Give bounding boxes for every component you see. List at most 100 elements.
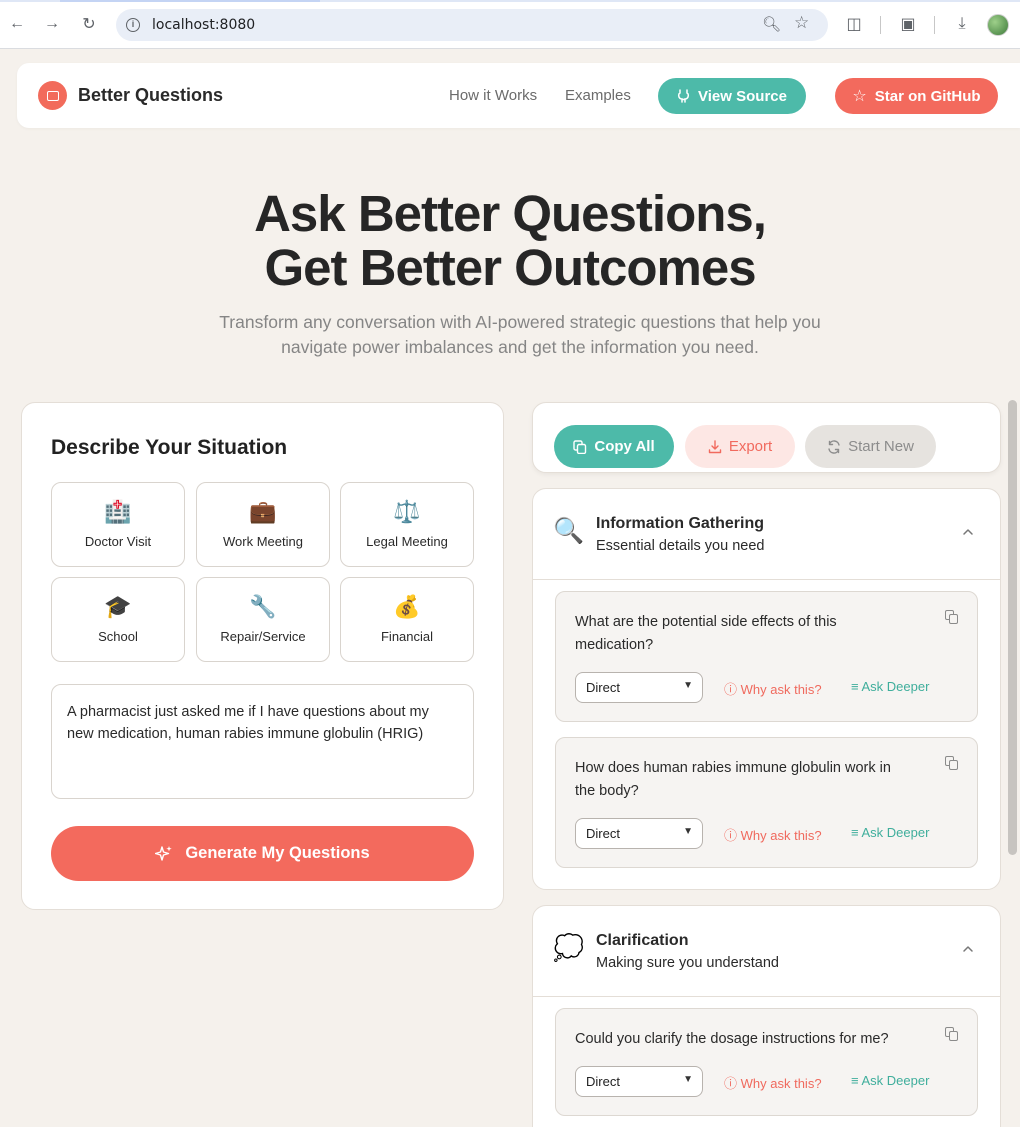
graduation-cap-icon: 🎓 bbox=[104, 594, 132, 619]
why-ask-link[interactable]: ⓘ Why ask this? bbox=[724, 1073, 822, 1092]
question-group-information-gathering: 🔍 Information Gathering Essential detail… bbox=[532, 488, 1001, 890]
situation-textarea[interactable]: A pharmacist just asked me if I have que… bbox=[51, 684, 474, 799]
question-style-select[interactable]: Direct ▼ bbox=[575, 672, 703, 703]
info-icon: ⓘ bbox=[724, 682, 738, 697]
brand-name[interactable]: Better Questions bbox=[78, 85, 223, 106]
why-ask-label: Why ask this? bbox=[740, 1076, 822, 1091]
hero-title-line-2: Get Better Outcomes bbox=[264, 239, 756, 296]
situation-card: Describe Your Situation 🏥 Doctor Visit 💼… bbox=[21, 402, 504, 910]
hospital-icon: 🏥 bbox=[104, 499, 132, 524]
profile-avatar[interactable] bbox=[987, 14, 1009, 36]
generate-questions-label: Generate My Questions bbox=[185, 844, 370, 862]
magnifying-glass-icon: 🔍 bbox=[553, 517, 585, 545]
question-style-select[interactable]: Direct ▼ bbox=[575, 818, 703, 849]
question-style-value: Direct bbox=[586, 826, 620, 841]
question-text: How does human rabies immune globulin wo… bbox=[575, 760, 891, 799]
scenario-label: Legal Meeting bbox=[366, 534, 448, 549]
group-description: Making sure you understand bbox=[596, 955, 779, 971]
results-toolbar: Copy All Export Start New bbox=[532, 402, 1001, 473]
scenario-label: Repair/Service bbox=[220, 629, 306, 644]
question-card: Could you clarify the dosage instruction… bbox=[555, 1008, 978, 1116]
chevron-down-icon: ▼ bbox=[683, 1074, 693, 1085]
tab-search-icon[interactable]: ▣ bbox=[897, 13, 919, 35]
scenario-tile-legal-meeting[interactable]: ⚖️ Legal Meeting bbox=[340, 482, 474, 567]
chevron-down-icon: ▼ bbox=[683, 826, 693, 837]
back-icon[interactable]: ← bbox=[6, 13, 28, 35]
copy-icon[interactable] bbox=[945, 610, 959, 624]
question-style-value: Direct bbox=[586, 680, 620, 695]
layers-icon: ≡ bbox=[851, 1073, 859, 1088]
layers-icon: ≡ bbox=[851, 825, 859, 840]
layers-icon: ≡ bbox=[851, 679, 859, 694]
ask-deeper-link[interactable]: ≡ Ask Deeper bbox=[851, 1073, 929, 1088]
reload-icon[interactable]: ↻ bbox=[78, 13, 100, 35]
question-text: What are the potential side effects of t… bbox=[575, 614, 837, 653]
copy-all-button[interactable]: Copy All bbox=[554, 425, 674, 468]
star-on-github-label: Star on GitHub bbox=[874, 87, 981, 105]
scenario-tile-work-meeting[interactable]: 💼 Work Meeting bbox=[196, 482, 330, 567]
copy-icon[interactable] bbox=[945, 1027, 959, 1041]
scenario-label: Doctor Visit bbox=[84, 534, 152, 549]
scenario-tile-financial[interactable]: 💰 Financial bbox=[340, 577, 474, 662]
copy-icon[interactable] bbox=[945, 756, 959, 770]
star-icon: ☆ bbox=[852, 88, 867, 105]
sparkles-icon bbox=[155, 845, 173, 861]
thought-bubble-icon: 💭 bbox=[553, 934, 585, 962]
download-icon bbox=[708, 439, 722, 453]
group-header[interactable]: 🔍 Information Gathering Essential detail… bbox=[533, 489, 1000, 580]
why-ask-link[interactable]: ⓘ Why ask this? bbox=[724, 825, 822, 844]
question-group-clarification: 💭 Clarification Making sure you understa… bbox=[532, 905, 1001, 1127]
group-title: Clarification bbox=[596, 932, 689, 949]
money-bag-icon: 💰 bbox=[393, 594, 421, 619]
forward-icon[interactable]: → bbox=[41, 13, 63, 35]
scenario-tile-repair-service[interactable]: 🔧 Repair/Service bbox=[196, 577, 330, 662]
download-icon[interactable]: ⤓ bbox=[951, 13, 973, 35]
hero-title-line-1: Ask Better Questions, bbox=[254, 185, 767, 242]
page-scrollbar[interactable] bbox=[1008, 400, 1017, 855]
copy-icon bbox=[573, 439, 587, 454]
question-text: Could you clarify the dosage instruction… bbox=[575, 1031, 889, 1047]
nav-link-examples[interactable]: Examples bbox=[565, 87, 631, 104]
view-source-button[interactable]: View Source bbox=[658, 78, 806, 114]
site-info-icon[interactable]: i bbox=[126, 18, 140, 32]
group-header[interactable]: 💭 Clarification Making sure you understa… bbox=[533, 906, 1000, 997]
generate-questions-button[interactable]: Generate My Questions bbox=[51, 826, 474, 881]
scales-icon: ⚖️ bbox=[393, 499, 421, 524]
question-style-select[interactable]: Direct ▼ bbox=[575, 1066, 703, 1097]
export-button[interactable]: Export bbox=[685, 425, 795, 468]
why-ask-link[interactable]: ⓘ Why ask this? bbox=[724, 679, 822, 698]
chevron-up-icon[interactable] bbox=[961, 942, 975, 956]
why-ask-label: Why ask this? bbox=[740, 682, 822, 697]
start-new-button[interactable]: Start New bbox=[805, 425, 936, 468]
info-icon: ⓘ bbox=[724, 1076, 738, 1091]
scenario-tile-doctor-visit[interactable]: 🏥 Doctor Visit bbox=[51, 482, 185, 567]
wrench-icon: 🔧 bbox=[249, 594, 277, 619]
tab-strip bbox=[0, 0, 1020, 2]
ask-deeper-label: Ask Deeper bbox=[861, 1073, 930, 1088]
question-card: What are the potential side effects of t… bbox=[555, 591, 978, 722]
nav-link-how-it-works[interactable]: How it Works bbox=[449, 87, 537, 104]
group-description: Essential details you need bbox=[596, 538, 765, 554]
ask-deeper-link[interactable]: ≡ Ask Deeper bbox=[851, 825, 929, 840]
refresh-icon bbox=[828, 439, 840, 454]
scenario-label: Financial bbox=[380, 629, 434, 644]
chat-bubble-logo-icon[interactable] bbox=[38, 81, 67, 110]
ask-deeper-link[interactable]: ≡ Ask Deeper bbox=[851, 679, 929, 694]
scenario-label: School bbox=[98, 629, 138, 644]
chevron-down-icon: ▼ bbox=[683, 680, 693, 691]
chevron-up-icon[interactable] bbox=[961, 525, 975, 539]
zoom-icon[interactable]: 🔍︎ bbox=[762, 15, 781, 33]
address-bar[interactable]: i localhost:8080 🔍︎ ☆ bbox=[116, 9, 828, 41]
extensions-icon[interactable]: ◫ bbox=[843, 13, 865, 35]
situation-title: Describe Your Situation bbox=[51, 436, 288, 459]
hero-subtitle: Transform any conversation with AI-power… bbox=[219, 312, 821, 357]
url-text[interactable]: localhost:8080 bbox=[152, 17, 255, 33]
briefcase-icon: 💼 bbox=[249, 499, 277, 524]
bookmark-star-icon[interactable]: ☆ bbox=[794, 13, 809, 33]
question-card: How does human rabies immune globulin wo… bbox=[555, 737, 978, 868]
scenario-tile-school[interactable]: 🎓 School bbox=[51, 577, 185, 662]
scenario-label: Work Meeting bbox=[223, 534, 303, 549]
star-on-github-button[interactable]: ☆ Star on GitHub bbox=[835, 78, 998, 114]
export-label: Export bbox=[728, 438, 773, 455]
view-source-label: View Source bbox=[698, 87, 787, 105]
